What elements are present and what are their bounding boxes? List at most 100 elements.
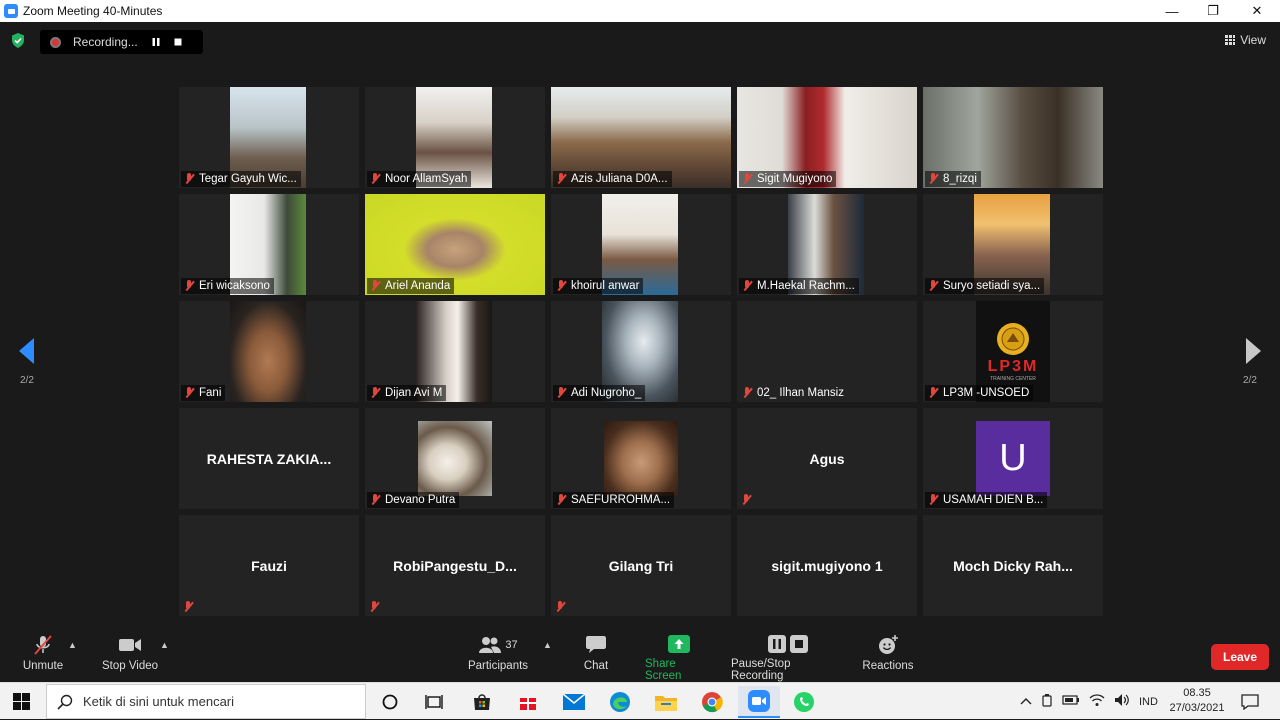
chat-button[interactable]: Chat <box>576 630 616 682</box>
mic-muted-icon <box>369 280 381 292</box>
video-options-caret-icon[interactable]: ▲ <box>160 640 169 650</box>
participant-name: Ariel Ananda <box>385 280 451 292</box>
view-button[interactable]: View <box>1225 33 1266 47</box>
participant-tile[interactable]: Ariel Ananda <box>365 194 545 295</box>
participant-name-tag: Ariel Ananda <box>367 278 455 294</box>
mic-muted-icon <box>927 494 939 506</box>
participant-tile[interactable]: M.Haekal Rachm... <box>737 194 917 295</box>
battery-icon[interactable] <box>1062 694 1080 709</box>
wifi-icon[interactable] <box>1089 693 1105 710</box>
participant-tile[interactable]: Noor AllamSyah <box>365 87 545 188</box>
recording-label: Recording... <box>73 35 138 49</box>
whatsapp-icon[interactable] <box>790 688 818 716</box>
next-page-arrow-icon[interactable] <box>1246 338 1261 364</box>
participant-tile[interactable]: Azis Juliana D0A... <box>551 87 731 188</box>
mic-muted-icon <box>369 387 381 399</box>
mail-icon[interactable] <box>560 688 588 716</box>
zoom-taskbar-icon[interactable] <box>738 686 780 718</box>
mic-muted-icon <box>554 601 566 613</box>
taskbar-clock[interactable]: 08.35 27/03/2021 <box>1168 686 1226 716</box>
notifications-icon[interactable] <box>1236 688 1264 716</box>
participant-name-tag: Sigit Mugiyono <box>739 171 837 187</box>
restore-button[interactable]: ❐ <box>1191 0 1235 22</box>
page-indicator-right: 2/2 <box>1243 375 1257 386</box>
meeting-area: Recording... View 2/2 2/2 Tegar Gayuh Wi… <box>0 22 1280 630</box>
mic-muted-icon <box>555 280 567 292</box>
participant-tile[interactable]: SAEFURROHMA... <box>551 408 731 509</box>
mic-muted-icon <box>555 173 567 185</box>
participant-name: Devano Putra <box>385 494 456 506</box>
participant-tile[interactable]: Agus <box>737 408 917 509</box>
participant-photo <box>418 421 492 496</box>
participant-tile[interactable]: Fauzi <box>179 515 359 616</box>
show-hidden-icons-chevron-icon[interactable] <box>1020 696 1032 708</box>
pause-recording-button[interactable] <box>145 31 167 53</box>
previous-page-arrow-icon[interactable] <box>19 338 34 364</box>
participant-tile[interactable]: Tegar Gayuh Wic... <box>179 87 359 188</box>
participant-photo <box>604 421 678 496</box>
stop-video-button[interactable]: Stop Video <box>100 630 160 682</box>
participant-tile[interactable]: Sigit Mugiyono <box>737 87 917 188</box>
edge-browser-icon[interactable] <box>606 688 634 716</box>
participant-tile[interactable]: Fani <box>179 301 359 402</box>
participants-options-caret-icon[interactable]: ▲ <box>543 640 552 650</box>
participants-button[interactable]: 37 Participants <box>466 630 530 682</box>
minimize-button[interactable]: — <box>1150 0 1194 22</box>
taskbar-search-box[interactable]: Ketik di sini untuk mencari <box>46 684 366 719</box>
participant-tile[interactable]: RobiPangestu_D... <box>365 515 545 616</box>
participant-name: Dijan Avi M <box>385 387 443 399</box>
stop-recording-button[interactable] <box>167 31 189 53</box>
participant-tile[interactable]: LP3M TRAINING CENTER LP3M -UNSOED <box>923 301 1103 402</box>
windows-start-icon[interactable] <box>13 693 30 710</box>
participant-tile[interactable]: Adi Nugroho_ <box>551 301 731 402</box>
cortana-icon[interactable] <box>376 688 404 716</box>
participant-tile[interactable]: Eri wicaksono <box>179 194 359 295</box>
participant-tile[interactable]: RAHESTA ZAKIA... <box>179 408 359 509</box>
participant-tile[interactable]: Dijan Avi M <box>365 301 545 402</box>
participant-tile[interactable]: 02_ Ilhan Mansiz <box>737 301 917 402</box>
participant-name: 8_rizqi <box>943 173 977 185</box>
participant-name-tag: Eri wicaksono <box>181 278 274 294</box>
participant-tile[interactable]: sigit.mugiyono 1 <box>737 515 917 616</box>
participant-name-tag: Devano Putra <box>367 492 460 508</box>
file-explorer-icon[interactable] <box>652 688 680 716</box>
gift-app-icon[interactable] <box>514 688 542 716</box>
participant-name: Fani <box>199 387 222 399</box>
participant-name: Sigit Mugiyono <box>757 173 833 185</box>
participant-tile[interactable]: U USAMAH DIEN B... <box>923 408 1103 509</box>
participant-tile[interactable]: Gilang Tri <box>551 515 731 616</box>
reactions-button[interactable]: Reactions <box>861 630 915 682</box>
mic-muted-icon <box>182 601 194 613</box>
leave-button[interactable]: Leave <box>1211 644 1269 670</box>
security-shield-icon[interactable] <box>11 33 25 48</box>
task-view-icon[interactable] <box>420 688 448 716</box>
participant-tile[interactable]: 8_rizqi <box>923 87 1103 188</box>
participant-tile[interactable]: khoirul anwar <box>551 194 731 295</box>
participant-tile[interactable]: Devano Putra <box>365 408 545 509</box>
participant-name-tag: Suryo setiadi sya... <box>925 278 1045 294</box>
pause-icon <box>152 38 160 46</box>
meeting-toolbar: Unmute ▲ Stop Video ▲ 37 Participants ▲ … <box>0 630 1280 682</box>
stop-video-label: Stop Video <box>101 660 159 672</box>
participant-video <box>230 301 306 402</box>
input-language[interactable]: IND <box>1139 696 1158 708</box>
participant-name: Suryo setiadi sya... <box>943 280 1041 292</box>
battery-device-icon[interactable] <box>1041 693 1053 710</box>
chrome-browser-icon[interactable] <box>698 688 726 716</box>
participant-name-tag: SAEFURROHMA... <box>553 492 675 508</box>
video-camera-icon <box>118 630 142 660</box>
unmute-button[interactable]: Unmute <box>18 630 68 682</box>
close-button[interactable]: ✕ <box>1235 0 1279 22</box>
participant-name-centered: Gilang Tri <box>608 557 674 574</box>
participant-tile[interactable]: Suryo setiadi sya... <box>923 194 1103 295</box>
mic-muted-icon <box>183 280 195 292</box>
share-screen-button[interactable]: Share Screen <box>645 630 713 682</box>
microsoft-store-icon[interactable] <box>468 688 496 716</box>
participant-name: LP3M -UNSOED <box>943 387 1030 399</box>
participant-name-tag: M.Haekal Rachm... <box>739 278 859 294</box>
participant-name-centered: RAHESTA ZAKIA... <box>206 450 332 467</box>
audio-options-caret-icon[interactable]: ▲ <box>68 640 77 650</box>
participant-tile[interactable]: Moch Dicky Rah... <box>923 515 1103 616</box>
pause-stop-recording-button[interactable]: Pause/Stop Recording <box>731 630 845 682</box>
volume-icon[interactable] <box>1114 693 1130 710</box>
